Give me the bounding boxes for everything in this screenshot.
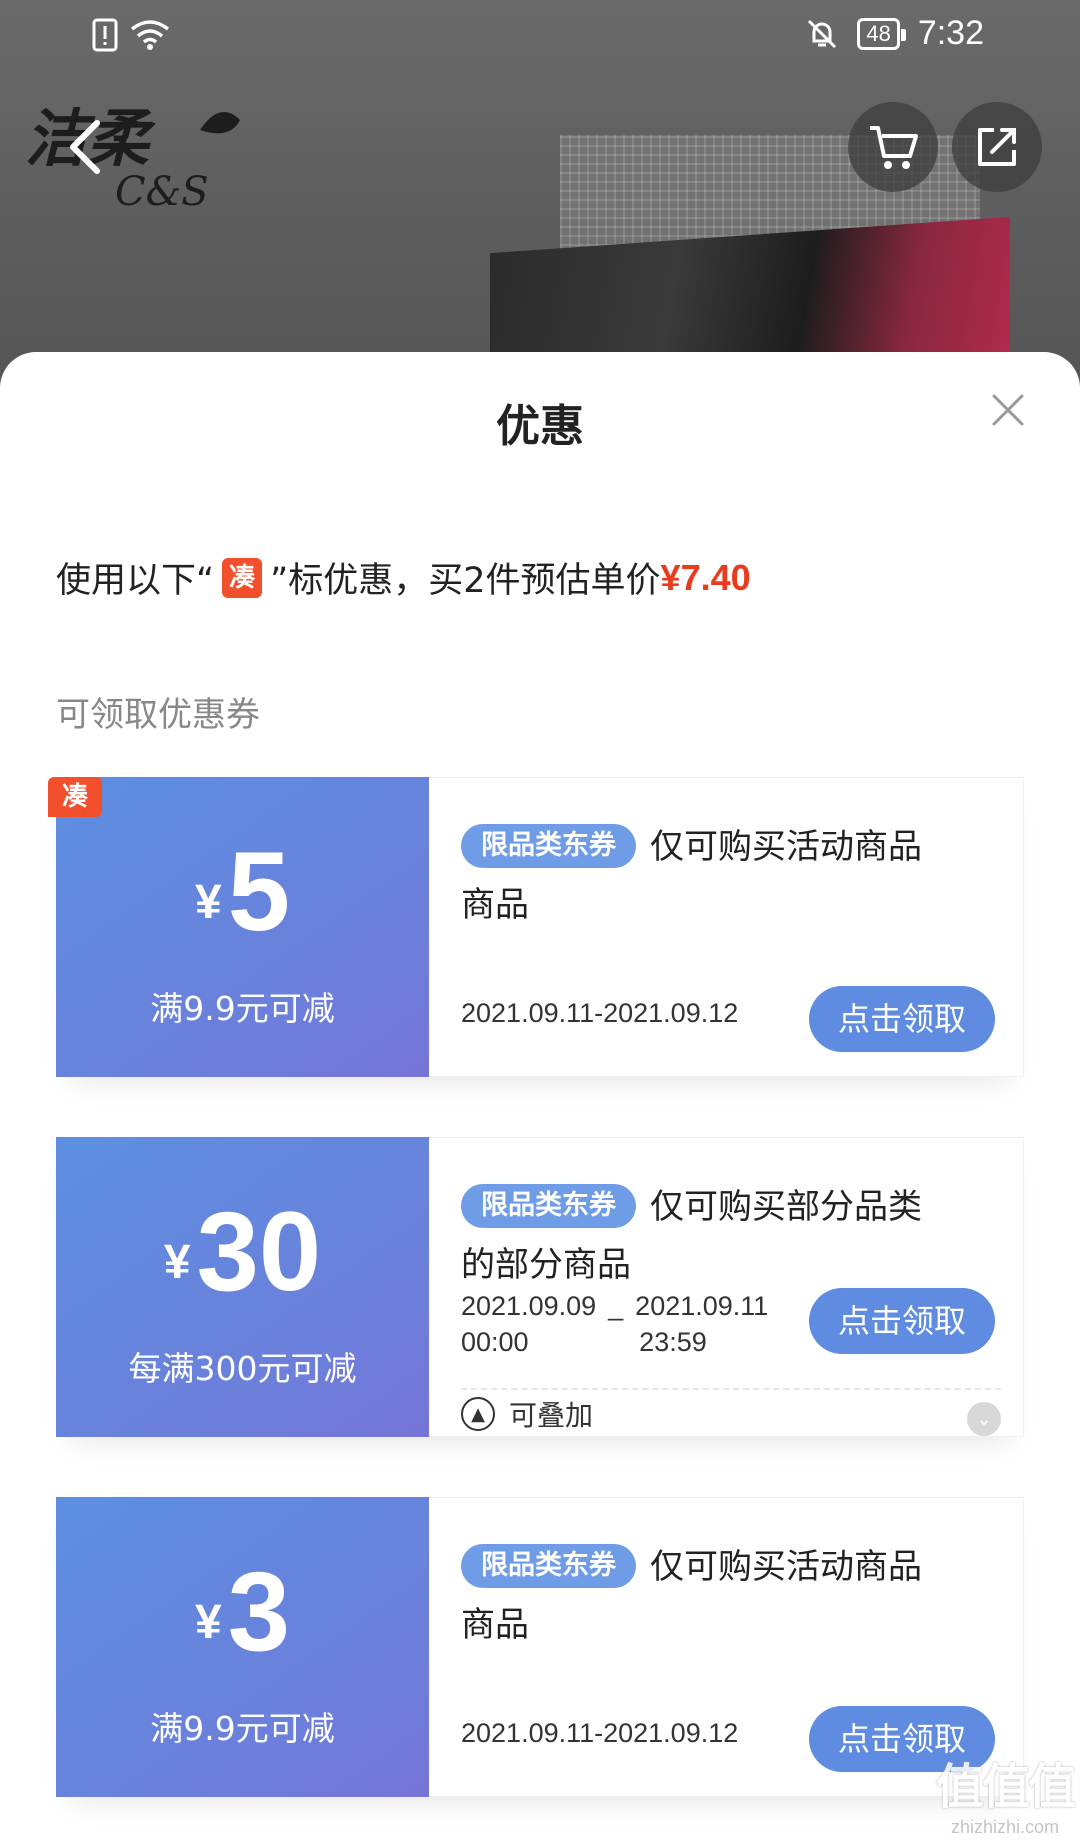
clock: 7:32	[917, 14, 984, 52]
watermark-logo: 值值值	[935, 1759, 1076, 1815]
coupon-yen: ¥	[195, 1596, 222, 1649]
chevron-down-icon[interactable]: ⌄	[967, 1402, 1001, 1436]
coupon-type-pill: 限品类东券	[461, 1184, 636, 1228]
back-button[interactable]	[40, 102, 130, 192]
svg-text:C&S: C&S	[115, 169, 209, 215]
coupon-description: 限品类东券 仅可购买活动商品商品	[461, 818, 951, 934]
validity-end: 2021.09.11 23:59	[635, 1288, 768, 1360]
coupon-value: 30	[196, 1189, 322, 1314]
coupon-amount: ¥5	[56, 832, 429, 952]
summary-middle: ”标优惠，买2件预估单价	[270, 561, 661, 601]
back-icon	[70, 120, 100, 174]
coupon-amount-panel: ¥3 满9.9元可减	[50, 1497, 429, 1797]
coupon-info-panel: 限品类东券 仅可购买活动商品商品 2021.09.11-2021.09.12 点击…	[429, 777, 1024, 1077]
coupon-validity: 2021.09.11-2021.09.12	[461, 1718, 739, 1748]
coupon-card: ¥5 满9.9元可减 凑 限品类东券 仅可购买活动商品商品 2021.09.11-…	[48, 777, 1024, 1077]
claim-button[interactable]: 点击领取	[809, 1288, 995, 1354]
estimated-price: ¥7.40	[660, 556, 751, 598]
coupon-amount: ¥30	[56, 1192, 429, 1312]
cart-button[interactable]	[848, 102, 938, 192]
coupon-card: ¥3 满9.9元可减 限品类东券 仅可购买活动商品商品 2021.09.11-20…	[50, 1497, 1024, 1797]
watermark-url: zhizhizhi.com	[950, 1817, 1060, 1837]
summary-prefix: 使用以下“	[56, 561, 215, 601]
battery-icon: 48	[857, 17, 907, 50]
cart-icon	[870, 126, 918, 169]
coupon-condition: 满9.9元可减	[150, 989, 335, 1028]
status-bar: 48 7:32	[0, 0, 1080, 76]
alert-icon	[92, 18, 118, 52]
sheet-title: 优惠	[496, 401, 584, 452]
wifi-icon	[130, 20, 170, 50]
coupon-amount-panel: ¥30 每满300元可减	[50, 1137, 429, 1437]
claim-button[interactable]: 点击领取	[809, 986, 995, 1052]
coupon-condition: 满9.9元可减	[150, 1709, 335, 1748]
cou-tag: 凑	[222, 557, 263, 598]
coupon-yen: ¥	[163, 1236, 191, 1289]
coupon-condition: 每满300元可减	[128, 1349, 357, 1388]
stackable-label: 可叠加	[509, 1399, 594, 1432]
mute-icon	[808, 19, 837, 48]
coupon-card: ¥30 每满300元可减 限品类东券 仅可购买部分品类的部分商品 2021.09.…	[50, 1137, 1024, 1437]
share-icon	[978, 128, 1016, 166]
coupon-sheet: 优惠 使用以下“ 凑 ”标优惠，买2件预估单价 ¥7.40 可领取优惠券 ¥5 …	[0, 352, 1080, 1844]
coupon-type-pill: 限品类东券	[461, 824, 636, 868]
coupon-description: 限品类东券 仅可购买活动商品商品	[461, 1538, 951, 1654]
validity-separator: _	[608, 1291, 624, 1321]
stack-icon: ▲	[461, 1397, 495, 1431]
coupon-yen: ¥	[195, 876, 222, 929]
coupon-amount-panel: ¥5 满9.9元可减	[50, 777, 429, 1077]
validity-end-time: 23:59	[639, 1327, 707, 1357]
coupon-type-pill: 限品类东券	[461, 1544, 636, 1588]
validity-start-time: 00:00	[461, 1327, 529, 1357]
validity-start: 2021.09.09 00:00	[461, 1288, 596, 1360]
stackable-row[interactable]: ▲ 可叠加 ⌄	[461, 1388, 1001, 1438]
coupon-description: 限品类东券 仅可购买部分品类的部分商品	[461, 1178, 951, 1294]
coupon-value: 5	[227, 829, 290, 954]
validity-end-date: 2021.09.11	[635, 1291, 769, 1321]
coupon-value: 3	[227, 1549, 290, 1674]
coupon-amount: ¥3	[56, 1552, 429, 1672]
promo-summary: 使用以下“ 凑 ”标优惠，买2件预估单价 ¥7.40	[56, 552, 751, 603]
coupon-info-panel: 限品类东券 仅可购买活动商品商品 2021.09.11-2021.09.12 点击…	[429, 1497, 1024, 1797]
close-icon[interactable]	[988, 390, 1028, 430]
coupon-validity: 2021.09.11-2021.09.12	[461, 998, 739, 1028]
section-label: 可领取优惠券	[56, 695, 260, 735]
watermark: 值值值 zhizhizhi.com	[935, 1747, 1076, 1838]
validity-start-date: 2021.09.09	[461, 1291, 597, 1321]
coupon-info-panel: 限品类东券 仅可购买部分品类的部分商品 2021.09.09 00:00 _ 20…	[429, 1137, 1024, 1437]
coupon-corner-tag: 凑	[48, 777, 102, 817]
coupon-validity: 2021.09.09 00:00 _ 2021.09.11 23:59	[461, 1288, 768, 1360]
share-button[interactable]	[952, 102, 1042, 192]
